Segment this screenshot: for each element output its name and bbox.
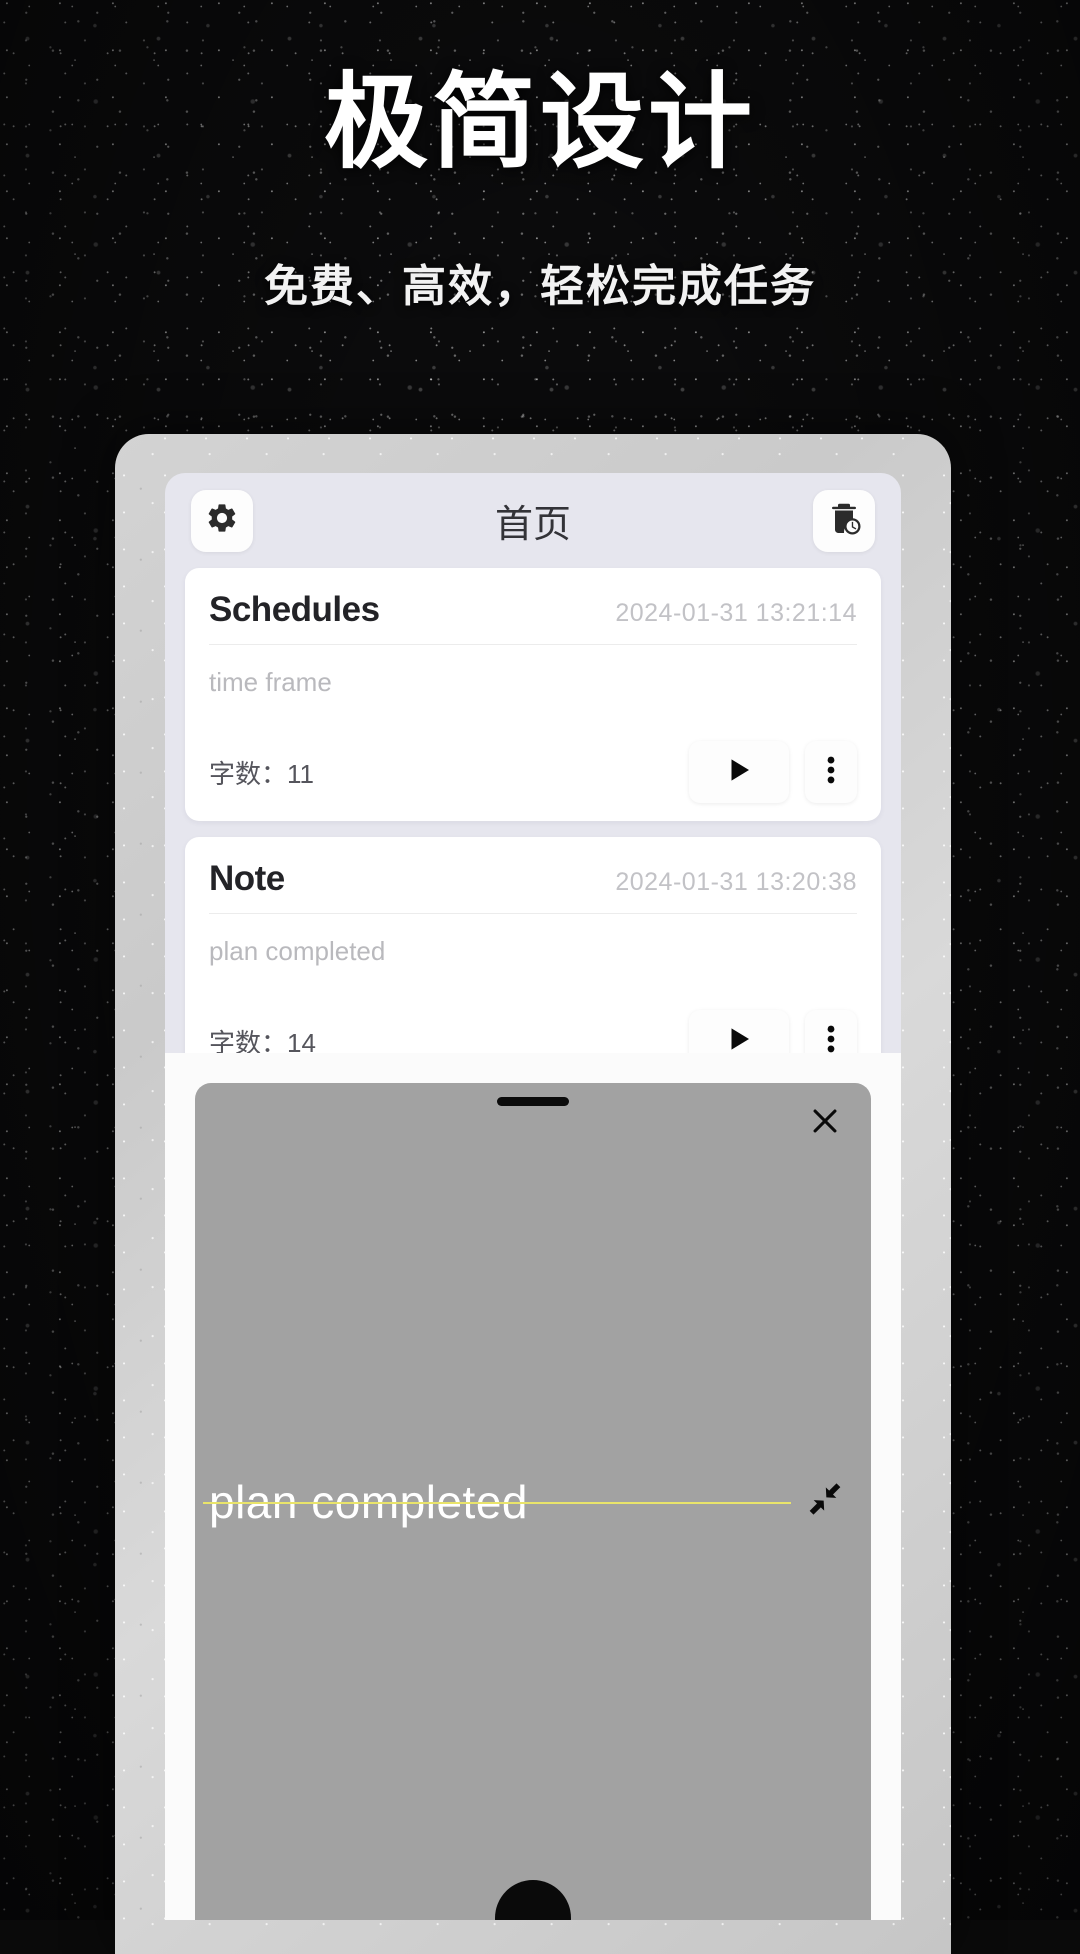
trash-clock-icon xyxy=(826,500,862,541)
app-screen: 首页 Schedules 2024-01-31 13:21:14 time fr… xyxy=(165,473,901,1920)
home-indicator xyxy=(495,1880,571,1920)
note-header: Note 2024-01-31 13:20:38 xyxy=(209,859,857,914)
note-list: Schedules 2024-01-31 13:21:14 time frame… xyxy=(165,568,901,1090)
app-bar: 首页 xyxy=(165,473,901,568)
list-item[interactable]: Schedules 2024-01-31 13:21:14 time frame… xyxy=(185,568,881,821)
collapse-button[interactable] xyxy=(797,1474,853,1530)
todo-row[interactable]: plan completed xyxy=(195,1474,871,1530)
close-button[interactable] xyxy=(803,1101,847,1145)
note-body: time frame xyxy=(209,667,332,697)
note-timestamp: 2024-01-31 13:21:14 xyxy=(615,599,857,627)
play-icon xyxy=(724,754,754,791)
note-body: plan completed xyxy=(209,936,386,966)
note-header: Schedules 2024-01-31 13:21:14 xyxy=(209,590,857,645)
more-vertical-icon xyxy=(826,753,836,792)
page-subtitle: 免费、高效，轻松完成任务 xyxy=(264,262,816,311)
note-title: Schedules xyxy=(209,590,380,629)
bottom-sheet: plan completed xyxy=(195,1083,871,1920)
drag-handle[interactable] xyxy=(497,1097,569,1106)
recycle-bin-button[interactable] xyxy=(813,489,875,552)
promo-header: 极简设计 免费、高效，轻松完成任务 xyxy=(0,0,1080,314)
more-options-button[interactable] xyxy=(805,741,857,803)
collapse-arrows-icon xyxy=(805,1479,845,1524)
app-bar-title: 首页 xyxy=(494,504,571,546)
close-icon xyxy=(808,1104,842,1143)
note-wordcount: 字数：11 xyxy=(209,758,314,789)
strikethrough-line xyxy=(203,1501,791,1504)
play-button[interactable] xyxy=(689,741,789,803)
note-footer: 字数：11 xyxy=(209,741,857,803)
todo-text-wrapper: plan completed xyxy=(203,1475,791,1529)
page-title: 极简设计 xyxy=(323,66,756,181)
settings-button[interactable] xyxy=(191,489,253,552)
note-timestamp: 2024-01-31 13:20:38 xyxy=(615,868,857,896)
note-title: Note xyxy=(209,859,285,898)
gear-icon xyxy=(205,501,239,540)
